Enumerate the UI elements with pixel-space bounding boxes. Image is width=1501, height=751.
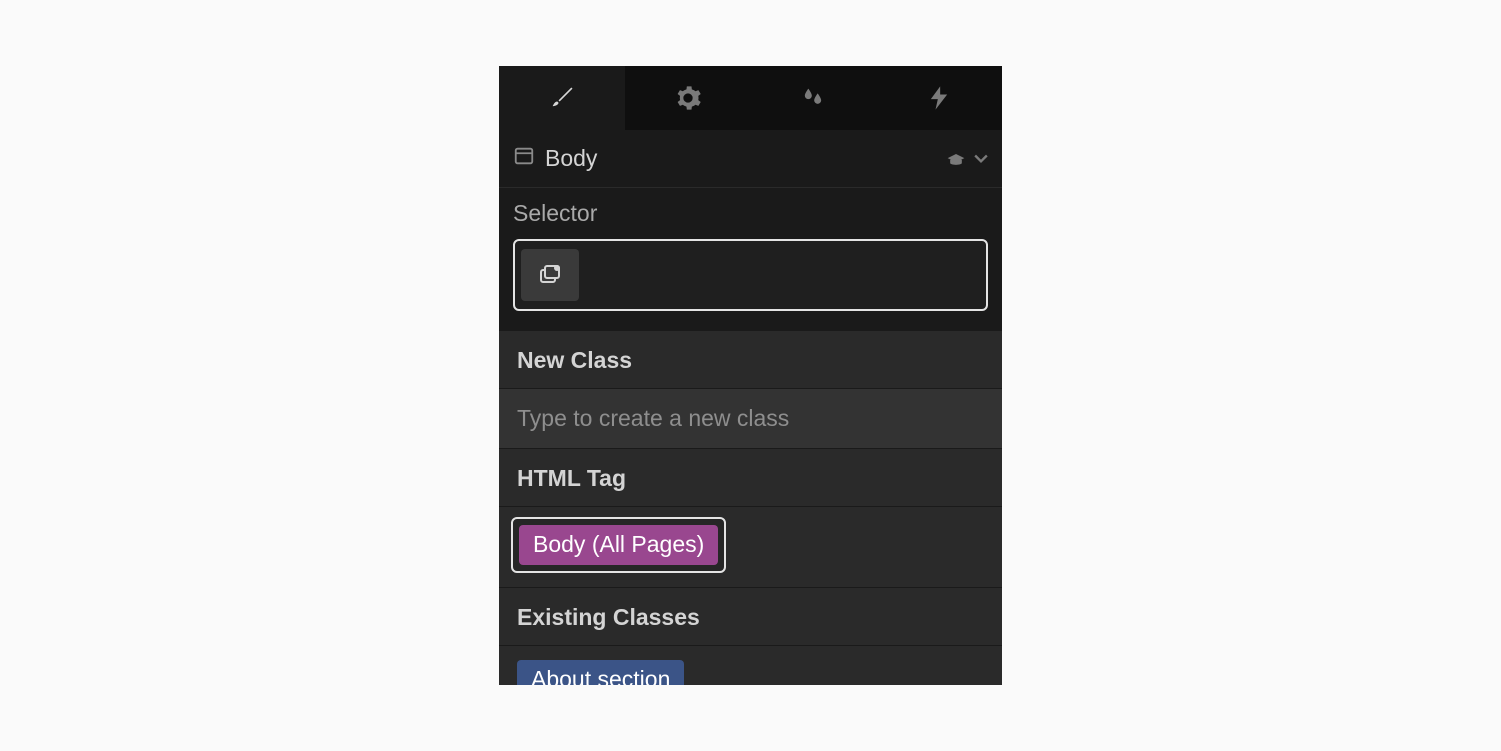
group-header-existing-classes: Existing Classes — [499, 588, 1002, 646]
group-header-html-tag: HTML Tag — [499, 449, 1002, 507]
class-tag-icon — [538, 263, 562, 287]
existing-class-pill: About section — [517, 660, 684, 685]
tab-effects[interactable] — [876, 66, 1002, 130]
selector-section: Selector — [499, 188, 1002, 325]
selector-type-button[interactable] — [521, 249, 579, 301]
gear-icon — [674, 84, 702, 112]
droplets-icon — [799, 84, 827, 112]
tab-style[interactable] — [499, 66, 625, 130]
selected-element-label: Body — [545, 145, 946, 172]
selector-label: Selector — [513, 200, 988, 227]
chevron-down-icon — [974, 154, 988, 164]
tab-settings[interactable] — [625, 66, 751, 130]
tab-interactions[interactable] — [751, 66, 877, 130]
new-class-hint: Type to create a new class — [499, 389, 1002, 449]
selector-input[interactable] — [579, 264, 980, 287]
inheritance-dropdown[interactable] — [946, 152, 988, 166]
html-tag-pill: Body (All Pages) — [519, 525, 718, 565]
bolt-icon — [925, 84, 953, 112]
selector-dropdown: New Class Type to create a new class HTM… — [499, 331, 1002, 685]
style-panel: Body Selector New Class Type to crea — [499, 66, 1002, 685]
selector-input-container[interactable] — [513, 239, 988, 311]
graduation-icon — [946, 152, 966, 166]
panel-tabs — [499, 66, 1002, 130]
selected-element-row[interactable]: Body — [499, 130, 1002, 188]
existing-class-option[interactable]: About section — [499, 646, 1002, 685]
group-header-new-class: New Class — [499, 331, 1002, 389]
html-tag-option[interactable]: Body (All Pages) — [499, 507, 1002, 588]
page-icon — [513, 145, 535, 172]
paintbrush-icon — [548, 84, 576, 112]
